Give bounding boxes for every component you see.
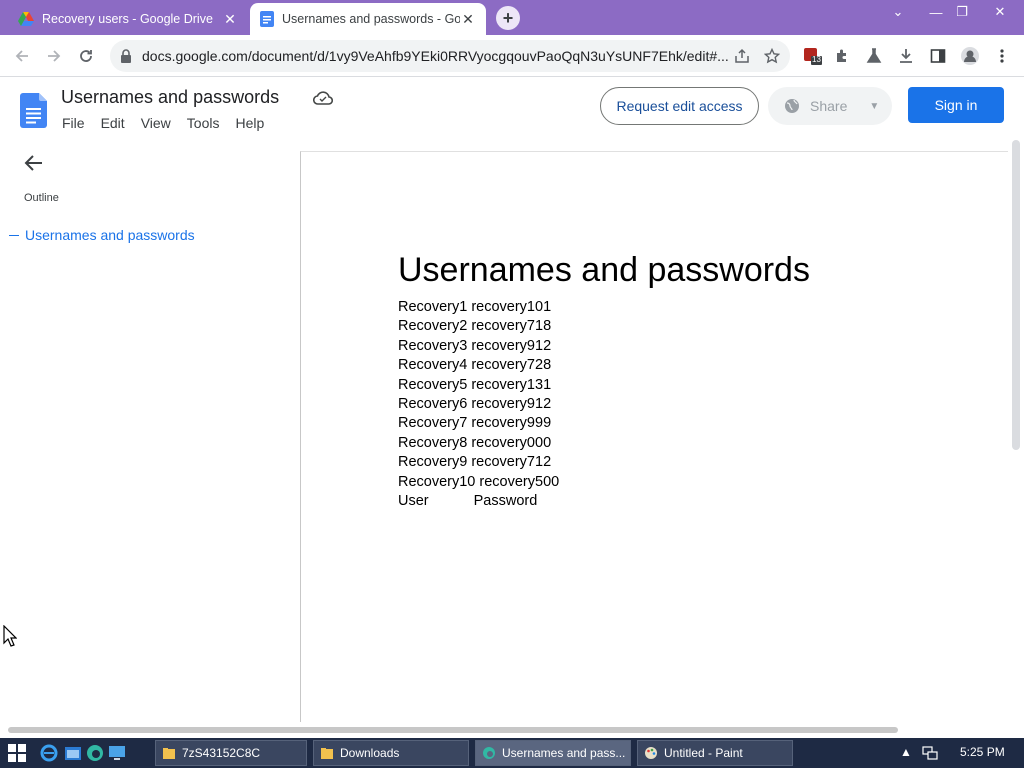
tray-expand-icon[interactable]: ▲ <box>900 745 912 759</box>
caret-down-icon: ▼ <box>869 100 880 112</box>
taskbar-item-paint[interactable]: Untitled - Paint <box>637 740 793 766</box>
vertical-scrollbar[interactable] <box>1012 140 1020 450</box>
network-icon[interactable] <box>922 746 938 760</box>
outline-item[interactable]: Usernames and passwords <box>9 227 195 243</box>
credential-line: Recovery8 recovery000 <box>398 434 552 451</box>
tab-google-drive[interactable]: Recovery users - Google Drive ✕ <box>8 3 248 35</box>
extension-badge-count: 13 <box>812 55 821 64</box>
download-icon[interactable] <box>894 44 918 68</box>
restore-button[interactable]: ❐ <box>944 0 980 24</box>
sign-in-button[interactable]: Sign in <box>908 87 1004 123</box>
edge-icon[interactable] <box>86 744 104 762</box>
file-explorer-icon[interactable] <box>64 744 82 762</box>
outline-dash <box>9 234 19 236</box>
document-page[interactable]: Usernames and passwords Recovery1 recove… <box>300 151 1008 722</box>
docs-header: Usernames and passwords File Edit View T… <box>0 77 1024 137</box>
document-title[interactable]: Usernames and passwords <box>61 87 279 108</box>
tab-usernames-doc[interactable]: Usernames and passwords - Go ✕ <box>250 3 486 35</box>
task-label: 7zS43152C8C <box>182 746 261 760</box>
address-bar[interactable]: docs.google.com/document/d/1vy9VeAhfb9YE… <box>110 40 790 72</box>
tab-title: Recovery users - Google Drive <box>42 12 213 26</box>
new-tab-button[interactable]: + <box>496 6 520 30</box>
document-body: Recovery1 recovery101 Recovery2 recovery… <box>398 298 559 511</box>
password-header: Password <box>473 493 538 510</box>
request-edit-access-button[interactable]: Request edit access <box>600 87 759 125</box>
document-heading: Usernames and passwords <box>398 251 810 289</box>
tab-title: Usernames and passwords - Go <box>282 12 460 26</box>
credential-line: Recovery10 recovery500 <box>398 473 560 490</box>
paint-icon <box>645 747 657 759</box>
back-icon[interactable] <box>10 44 34 68</box>
task-label: Downloads <box>340 746 400 760</box>
profile-avatar-icon[interactable] <box>958 44 982 68</box>
star-icon[interactable] <box>764 48 780 64</box>
mouse-cursor-icon <box>3 625 17 647</box>
credential-line: Recovery3 recovery912 <box>398 337 552 354</box>
credential-line: Recovery7 recovery999 <box>398 415 552 432</box>
extensions-puzzle-icon[interactable] <box>830 44 854 68</box>
browser-toolbar: docs.google.com/document/d/1vy9VeAhfb9YE… <box>0 35 1024 77</box>
header-row-line: User Password <box>398 492 559 511</box>
taskbar-item-7zip[interactable]: 7zS43152C8C <box>155 740 307 766</box>
tab-search-icon[interactable]: ⌄ <box>880 0 916 24</box>
user-header: User <box>398 493 429 510</box>
remote-desktop-icon[interactable] <box>108 744 126 762</box>
share-button[interactable]: Share ▼ <box>768 87 892 125</box>
lock-icon <box>121 49 131 63</box>
folder-icon <box>163 748 175 759</box>
menu-file[interactable]: File <box>62 115 85 131</box>
extension-badge-icon[interactable]: 13 <box>800 44 824 68</box>
reload-icon[interactable] <box>74 44 98 68</box>
task-label: Untitled - Paint <box>664 746 743 760</box>
windows-taskbar: 7zS43152C8C Downloads Usernames and pass… <box>0 738 1024 768</box>
outline-pane: Outline Usernames and passwords <box>0 137 300 722</box>
credential-line: Recovery1 recovery101 <box>398 299 552 315</box>
edge-icon <box>483 747 495 759</box>
folder-icon <box>321 748 333 759</box>
task-label: Usernames and pass... <box>502 746 626 760</box>
menu-tools[interactable]: Tools <box>187 115 220 131</box>
horizontal-scrollbar[interactable] <box>8 727 898 733</box>
url-text: docs.google.com/document/d/1vy9VeAhfb9YE… <box>142 48 729 64</box>
taskbar-item-downloads[interactable]: Downloads <box>313 740 469 766</box>
windows-start-icon[interactable] <box>8 744 26 762</box>
credential-line: Recovery6 recovery912 <box>398 396 552 413</box>
labs-flask-icon[interactable] <box>862 44 886 68</box>
close-icon[interactable]: ✕ <box>460 11 476 27</box>
more-menu-icon[interactable] <box>990 44 1014 68</box>
credential-line: Recovery2 recovery718 <box>398 318 552 335</box>
close-outline-arrow-icon[interactable] <box>22 151 46 175</box>
outline-label: Outline <box>24 192 59 204</box>
outline-item-label: Usernames and passwords <box>25 227 195 243</box>
menu-view[interactable]: View <box>141 115 171 131</box>
docs-menubar: File Edit View Tools Help <box>62 115 280 131</box>
close-icon[interactable]: ✕ <box>222 11 238 27</box>
share-page-icon[interactable] <box>734 48 750 64</box>
google-drive-icon <box>18 12 34 26</box>
side-panel-icon[interactable] <box>926 44 950 68</box>
forward-icon[interactable] <box>42 44 66 68</box>
browser-tabstrip: Recovery users - Google Drive ✕ Username… <box>0 0 1024 35</box>
internet-explorer-icon[interactable] <box>40 744 58 762</box>
globe-icon <box>785 99 799 113</box>
google-docs-logo-icon[interactable] <box>20 93 47 128</box>
cloud-status-icon[interactable] <box>313 90 333 106</box>
google-docs-icon <box>260 11 274 27</box>
screen: Recovery users - Google Drive ✕ Username… <box>0 0 1024 768</box>
credential-line: Recovery5 recovery131 <box>398 376 552 393</box>
credential-line: Recovery4 recovery728 <box>398 357 552 374</box>
menu-edit[interactable]: Edit <box>101 115 125 131</box>
credential-line: Recovery9 recovery712 <box>398 454 552 471</box>
menu-help[interactable]: Help <box>235 115 264 131</box>
taskbar-item-browser[interactable]: Usernames and pass... <box>475 740 631 766</box>
close-window-button[interactable]: ✕ <box>982 0 1018 24</box>
clock[interactable]: 5:25 PM <box>960 745 1005 759</box>
share-label: Share <box>810 98 848 114</box>
